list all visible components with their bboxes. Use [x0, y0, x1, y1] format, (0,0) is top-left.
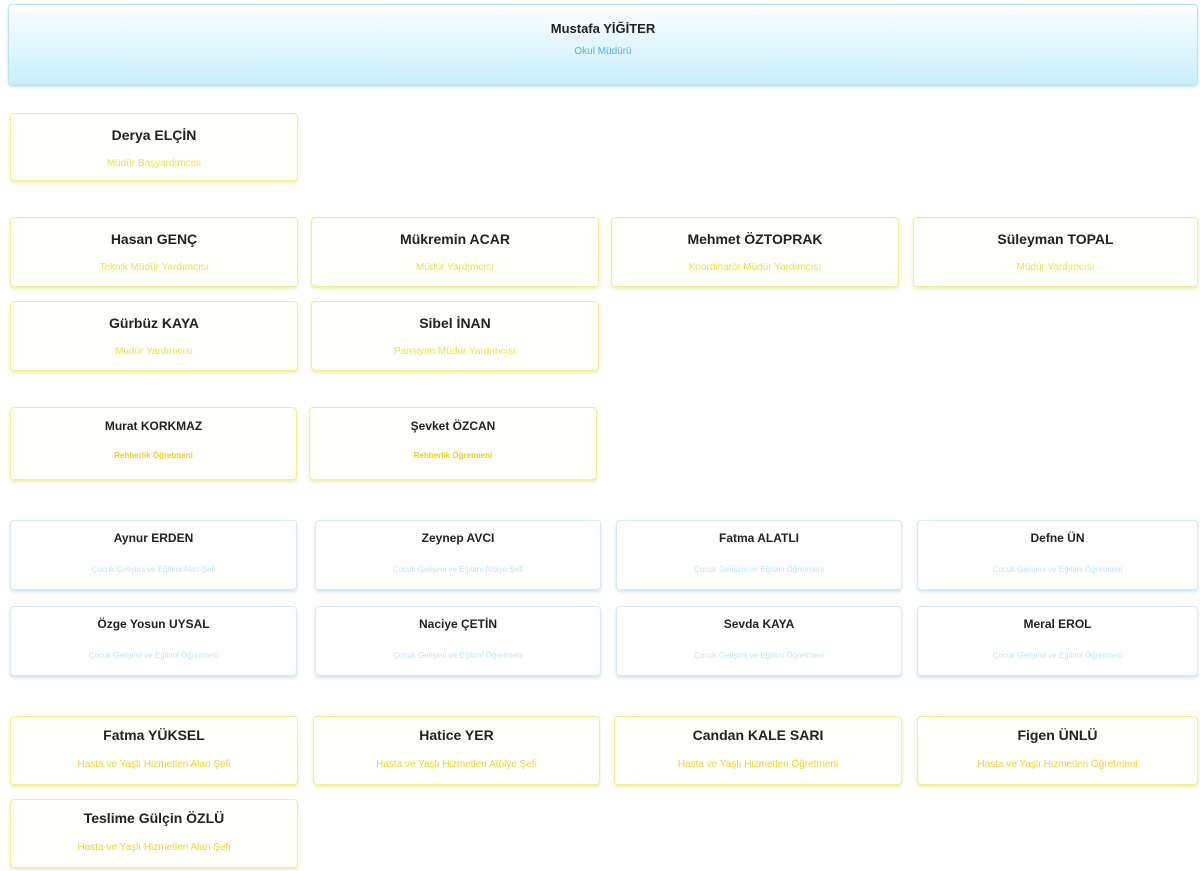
staff-card[interactable]: Murat KORKMAZ Rehberlik Öğretmeni [10, 407, 297, 480]
staff-card[interactable]: Fatma ALATLI Çocuk Gelişimi ve Eğitimi Ö… [616, 520, 902, 590]
person-name: Şevket ÖZCAN [410, 419, 496, 433]
person-role: Koordinatör Müdür Yardımcısı [688, 262, 822, 273]
staff-card[interactable]: Süleyman TOPAL Müdür Yardımcısı [913, 217, 1198, 287]
staff-card[interactable]: Mükremin ACAR Müdür Yardımcısı [311, 217, 599, 287]
person-role: Hasta ve Yaşlı Hizmetleri Öğretmeni [677, 759, 839, 770]
person-name: Sibel İNAN [419, 315, 491, 331]
staff-card[interactable]: Aynur ERDEN Çocuk Gelişimi ve Eğitimi Al… [10, 520, 297, 590]
person-role: Çocuk Gelişimi ve Eğitimi Atölye Şefi [392, 565, 524, 574]
person-name: Meral EROL [1023, 617, 1092, 631]
staff-card[interactable]: Meral EROL Çocuk Gelişimi ve Eğitimi Öğr… [917, 606, 1198, 676]
person-name: Aynur ERDEN [113, 531, 194, 545]
staff-card[interactable]: Hasan GENÇ Teknik Müdür Yardımcısı [10, 217, 298, 287]
person-name: Defne ÜN [1030, 531, 1085, 545]
person-name: Naciye ÇETİN [418, 617, 498, 631]
staff-card[interactable]: Figen ÜNLÜ Hasta ve Yaşlı Hizmetleri Öğr… [917, 716, 1198, 785]
person-role: Rehberlik Öğretmeni [114, 451, 193, 460]
staff-card[interactable]: Candan KALE SARI Hasta ve Yaşlı Hizmetle… [614, 716, 902, 785]
staff-card[interactable]: Gürbüz KAYA Müdür Yardımcısı [10, 301, 298, 371]
staff-card[interactable]: Sibel İNAN Pansiyon Müdür Yardımcısı [311, 301, 599, 371]
staff-card[interactable]: Sevda KAYA Çocuk Gelişimi ve Eğitimi Öğr… [616, 606, 902, 676]
person-name: Özge Yosun UYSAL [97, 617, 210, 631]
person-name: Murat KORKMAZ [104, 419, 203, 433]
person-role: Müdür Başyardımcısı [106, 158, 202, 169]
person-role: Hasta ve Yaşlı Hizmetleri Alan Şefi [77, 842, 231, 853]
person-role: Hasta ve Yaşlı Hizmetleri Öğretmeni [977, 759, 1138, 770]
staff-card[interactable]: Mehmet ÖZTOPRAK Koordinatör Müdür Yardım… [611, 217, 899, 287]
person-role: Rehberlik Öğretmeni [413, 451, 493, 460]
person-name: Hasan GENÇ [110, 231, 198, 247]
staff-card[interactable]: Hatice YER Hasta ve Yaşlı Hizmetleri Atö… [313, 716, 600, 785]
person-name: Gürbüz KAYA [109, 315, 199, 331]
person-name: Fatma YÜKSEL [103, 727, 205, 743]
person-name: Süleyman TOPAL [997, 231, 1114, 247]
person-role: Çocuk Gelişimi ve Eğitimi Alan Şefi [91, 565, 216, 574]
person-role: Çocuk Gelişimi ve Eğitimi Öğretmeni [88, 651, 219, 660]
staff-card[interactable]: Defne ÜN Çocuk Gelişimi ve Eğitimi Öğret… [917, 520, 1198, 590]
person-name: Mustafa YİĞİTER [550, 21, 656, 36]
principal-card[interactable]: Mustafa YİĞİTER Okul Müdürü [8, 4, 1198, 86]
staff-card[interactable]: Özge Yosun UYSAL Çocuk Gelişimi ve Eğiti… [10, 606, 297, 676]
person-role: Çocuk Gelişimi ve Eğitimi Öğretmeni [393, 651, 523, 660]
person-role: Çocuk Gelişimi ve Eğitimi Öğretmeni [992, 651, 1123, 660]
staff-card[interactable]: Zeynep AVCI Çocuk Gelişimi ve Eğitimi At… [315, 520, 601, 590]
person-role: Müdür Yardımcısı [1016, 262, 1095, 273]
person-name: Derya ELÇİN [111, 127, 197, 143]
person-name: Mükremin ACAR [400, 231, 510, 247]
person-name: Teslime Gülçin ÖZLÜ [83, 810, 225, 826]
staff-card[interactable]: Teslime Gülçin ÖZLÜ Hasta ve Yaşlı Hizme… [10, 799, 298, 868]
person-name: Candan KALE SARI [692, 727, 824, 743]
staff-card[interactable]: Şevket ÖZCAN Rehberlik Öğretmeni [309, 407, 597, 480]
person-name: Hatice YER [419, 727, 494, 743]
staff-card[interactable]: Fatma YÜKSEL Hasta ve Yaşlı Hizmetleri A… [10, 716, 298, 785]
person-role: Hasta ve Yaşlı Hizmetleri Atölye Şefi [376, 759, 537, 770]
staff-card[interactable]: Naciye ÇETİN Çocuk Gelişimi ve Eğitimi Ö… [315, 606, 601, 676]
person-name: Mehmet ÖZTOPRAK [687, 231, 823, 247]
person-role: Pansiyon Müdür Yardımcısı [394, 346, 516, 357]
person-role: Hasta ve Yaşlı Hizmetleri Alan Şefi [77, 759, 231, 770]
person-name: Sevda KAYA [723, 617, 795, 631]
person-name: Zeynep AVCI [421, 531, 495, 545]
person-role: Müdür Yardımcısı [115, 346, 193, 357]
person-role: Çocuk Gelişimi ve Eğitimi Öğretmeni [694, 565, 824, 574]
deputy-head-card[interactable]: Derya ELÇİN Müdür Başyardımcısı [10, 113, 298, 181]
person-role: Çocuk Gelişimi ve Eğitimi Öğretmeni [694, 651, 824, 660]
person-name: Fatma ALATLI [719, 531, 799, 545]
person-name: Figen ÜNLÜ [1017, 727, 1098, 743]
person-role: Çocuk Gelişimi ve Eğitimi Öğretmeni [992, 565, 1123, 574]
person-role: Müdür Yardımcısı [416, 262, 494, 273]
org-chart-page: { "principal": { "name": "Mustafa YİĞİTE… [0, 0, 1200, 871]
person-role: Teknik Müdür Yardımcısı [99, 262, 209, 273]
person-role: Okul Müdürü [574, 46, 632, 57]
